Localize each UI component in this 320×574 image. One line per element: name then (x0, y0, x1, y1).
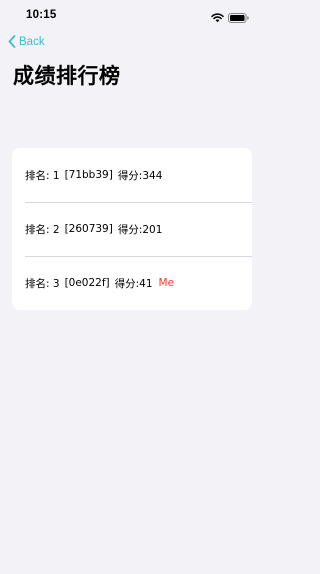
player-id: [71bb39] (64, 169, 113, 181)
score-label: 得分:41 (114, 277, 153, 290)
battery-icon (228, 10, 249, 28)
back-label: Back (19, 35, 45, 48)
player-id: [260739] (64, 223, 113, 235)
leaderboard-card: 排名: 1 [71bb39] 得分:344 排名: 2 [260739] 得分:… (12, 148, 252, 310)
rank-label: 排名: 3 (25, 277, 60, 290)
page-title: 成绩排行榜 (13, 64, 121, 88)
score-label: 得分:344 (117, 169, 163, 182)
me-badge: Me (158, 277, 175, 289)
wifi-icon (211, 10, 224, 28)
leaderboard-row[interactable]: 排名: 3 [0e022f] 得分:41 Me (12, 256, 252, 310)
status-bar: 10:15 (0, 0, 265, 30)
player-id: [0e022f] (64, 277, 110, 289)
chevron-left-icon (8, 35, 19, 48)
back-button[interactable]: Back (8, 35, 45, 48)
leaderboard-row[interactable]: 排名: 1 [71bb39] 得分:344 (12, 148, 252, 202)
status-time: 10:15 (26, 9, 57, 21)
leaderboard-row[interactable]: 排名: 2 [260739] 得分:201 (12, 202, 252, 256)
status-icons (211, 10, 249, 28)
rank-label: 排名: 2 (25, 223, 60, 236)
rank-label: 排名: 1 (25, 169, 60, 182)
score-label: 得分:201 (117, 223, 163, 236)
